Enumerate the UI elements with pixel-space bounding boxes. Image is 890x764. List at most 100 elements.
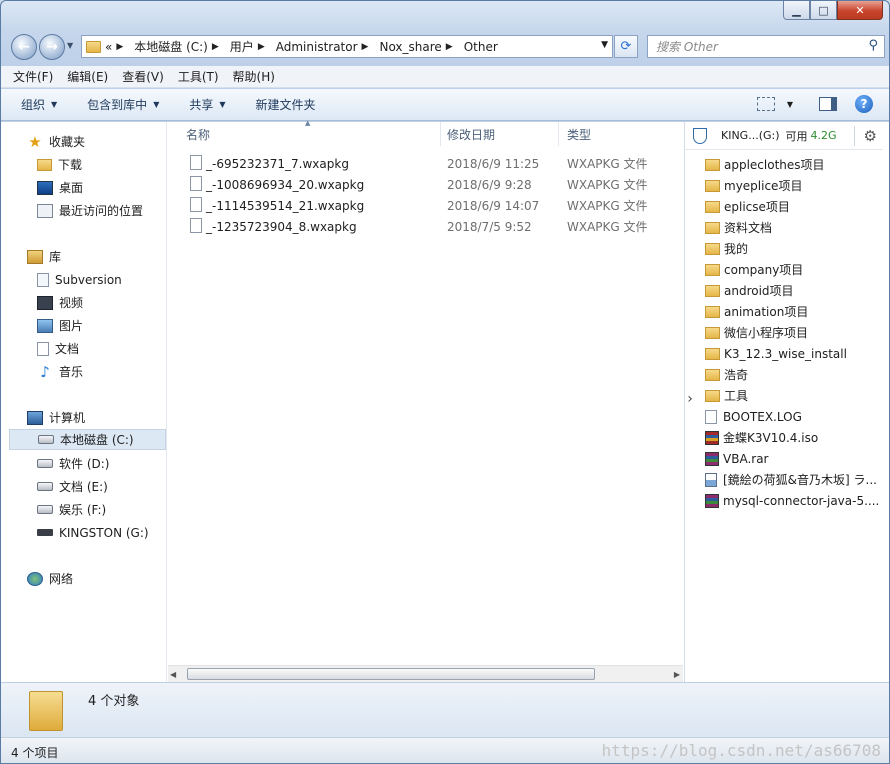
breadcrumb-drive-c[interactable]: 本地磁盘 (C:) ▶	[134, 38, 226, 55]
help-icon[interactable]: ?	[855, 95, 873, 113]
column-header-name[interactable]: 名称	[178, 122, 441, 146]
document-icon	[37, 341, 49, 356]
address-bar[interactable]: «▶ 本地磁盘 (C:) ▶ 用户 ▶ Administrator ▶ Nox_sha…	[81, 35, 613, 58]
minimize-button[interactable]: ▁	[783, 1, 810, 20]
file-icon	[705, 409, 717, 424]
views-icon[interactable]	[756, 97, 775, 111]
nav-music[interactable]: ♪ 音乐	[37, 361, 165, 382]
preview-item[interactable]: animation项目	[705, 301, 808, 322]
preview-item[interactable]: [鏡絵の荷狐&音乃木坂] ラ...	[705, 469, 877, 490]
preview-item[interactable]: appleclothes项目	[705, 154, 825, 175]
nav-drive-f[interactable]: 娱乐 (F:)	[37, 499, 165, 520]
folder-icon	[705, 284, 720, 297]
back-button[interactable]: ←	[11, 34, 37, 60]
nav-documents[interactable]: 文档	[37, 338, 165, 359]
file-row[interactable]: _-695232371_7.wxapkg 2018/6/9 11:25 WXAP…	[168, 153, 683, 174]
details-pane: 4 个对象	[1, 682, 889, 737]
preview-item[interactable]: K3_12.3_wise_install	[705, 343, 847, 364]
menu-help[interactable]: 帮助(H)	[233, 68, 275, 85]
nav-drive-e[interactable]: 文档 (E:)	[37, 476, 165, 497]
address-dropdown-button[interactable]: ▼	[601, 40, 608, 50]
chevron-right-icon[interactable]: ›	[683, 388, 697, 410]
organize-button[interactable]: 组织 ▼	[21, 96, 57, 113]
column-header-type[interactable]: 类型	[559, 122, 677, 146]
preview-item-label: company项目	[724, 263, 804, 277]
new-folder-button[interactable]: 新建文件夹	[256, 96, 316, 113]
nav-drive-d[interactable]: 软件 (D:)	[37, 453, 165, 474]
scroll-right-icon[interactable]: ▶	[674, 670, 680, 679]
recent-pages-dropdown[interactable]: ▼	[67, 41, 73, 50]
nav-favorites[interactable]: ★ 收藏夹	[27, 131, 165, 152]
search-icon[interactable]: ⚲	[868, 38, 878, 53]
breadcrumb-other[interactable]: Other	[464, 40, 498, 54]
archive-icon	[705, 493, 719, 508]
file-row[interactable]: _-1114539514_21.wxapkg 2018/6/9 14:07 WX…	[168, 195, 683, 216]
preview-item[interactable]: 工具	[705, 385, 748, 406]
close-button[interactable]: ✕	[837, 1, 883, 20]
share-button[interactable]: 共享 ▼	[189, 96, 225, 113]
folder-icon	[705, 263, 720, 276]
nav-drive-c[interactable]: 本地磁盘 (C:)	[9, 429, 166, 450]
scroll-left-icon[interactable]: ◀	[170, 670, 176, 679]
breadcrumb-users[interactable]: 用户 ▶	[230, 38, 272, 55]
preview-item[interactable]: 我的	[705, 238, 748, 259]
horizontal-scrollbar[interactable]: ◀ ▶	[168, 665, 683, 682]
nav-videos[interactable]: 视频	[37, 292, 165, 313]
chevron-right-icon[interactable]: ▶	[362, 42, 369, 52]
include-in-library-label: 包含到库中	[87, 98, 148, 112]
file-name: _-695232371_7.wxapkg	[206, 156, 349, 171]
gear-icon[interactable]: ⚙	[864, 127, 877, 145]
scrollbar-thumb[interactable]	[187, 668, 595, 680]
status-item-count: 4 个项目	[11, 746, 59, 760]
preview-item[interactable]: mysql-connector-java-5....	[705, 490, 879, 511]
available-label: 可用	[785, 129, 808, 143]
nav-pictures[interactable]: 图片	[37, 315, 165, 336]
nav-downloads[interactable]: 下载	[37, 154, 165, 175]
menu-edit[interactable]: 编辑(E)	[67, 68, 108, 85]
preview-item[interactable]: android项目	[705, 280, 794, 301]
nav-desktop[interactable]: 桌面	[37, 177, 165, 198]
menu-tools[interactable]: 工具(T)	[178, 68, 219, 85]
forward-button[interactable]: →	[39, 34, 65, 60]
preview-pane-icon[interactable]	[819, 97, 837, 111]
file-date: 2018/7/5 9:52	[447, 219, 532, 234]
preview-item[interactable]: 浩奇	[705, 364, 748, 385]
breadcrumb-overflow[interactable]: «▶	[105, 40, 130, 54]
preview-item[interactable]: BOOTEX.LOG	[705, 406, 802, 427]
breadcrumb-administrator[interactable]: Administrator ▶	[276, 40, 376, 54]
downloads-folder-icon	[37, 158, 52, 171]
nav-network[interactable]: 网络	[27, 568, 165, 589]
search-placeholder: 搜索 Other	[656, 40, 718, 54]
preview-item[interactable]: VBA.rar	[705, 448, 768, 469]
views-dropdown-icon[interactable]: ▼	[787, 100, 793, 109]
preview-item[interactable]: eplicse项目	[705, 196, 790, 217]
menu-file[interactable]: 文件(F)	[13, 68, 53, 85]
folder-icon	[705, 305, 720, 318]
preview-drive-label: KING...(G:)	[721, 129, 780, 142]
column-header-date[interactable]: 修改日期	[439, 122, 559, 146]
search-input[interactable]: 搜索 Other ⚲	[647, 35, 885, 58]
nav-computer[interactable]: 计算机	[27, 407, 165, 428]
nav-subversion[interactable]: Subversion	[37, 269, 165, 290]
preview-item[interactable]: 资料文档	[705, 217, 772, 238]
nav-drive-g[interactable]: KINGSTON (G:)	[37, 522, 165, 543]
chevron-right-icon[interactable]: ▶	[446, 42, 453, 52]
nav-recent-places[interactable]: 最近访问的位置	[37, 200, 165, 221]
chevron-right-icon[interactable]: ▶	[212, 42, 219, 52]
chevron-right-icon: ▶	[116, 41, 124, 52]
menu-view[interactable]: 查看(V)	[122, 68, 164, 85]
file-row[interactable]: _-1008696934_20.wxapkg 2018/6/9 9:28 WXA…	[168, 174, 683, 195]
preview-item[interactable]: 金蝶K3V10.4.iso	[705, 427, 818, 448]
nav-libraries[interactable]: 库	[27, 246, 165, 267]
include-in-library-button[interactable]: 包含到库中 ▼	[87, 96, 159, 113]
refresh-button[interactable]: ⟳	[614, 35, 638, 58]
preview-item[interactable]: company项目	[705, 259, 803, 280]
preview-item[interactable]: 微信小程序项目	[705, 322, 808, 343]
maximize-button[interactable]: □	[810, 1, 837, 20]
preview-item[interactable]: myeplice项目	[705, 175, 802, 196]
preview-item-label: 工具	[724, 389, 749, 403]
file-row[interactable]: _-1235723904_8.wxapkg 2018/7/5 9:52 WXAP…	[168, 216, 683, 237]
preview-item-label: VBA.rar	[723, 451, 769, 466]
chevron-right-icon[interactable]: ▶	[258, 42, 265, 52]
breadcrumb-nox-share[interactable]: Nox_share ▶	[379, 40, 459, 54]
